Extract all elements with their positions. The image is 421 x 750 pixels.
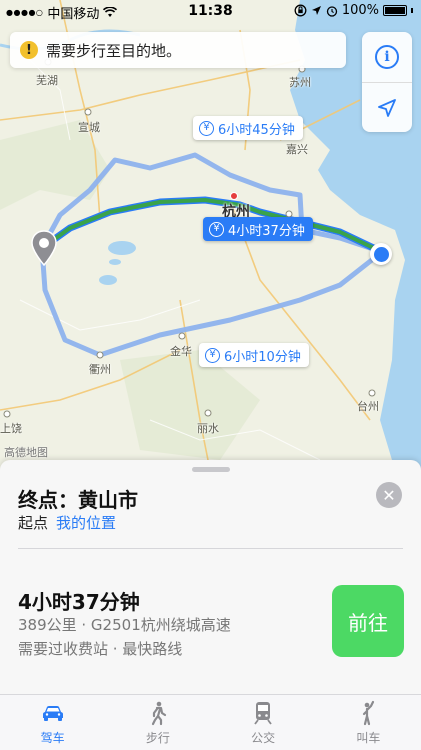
- origin-row: 起点 我的位置: [18, 512, 116, 533]
- tab-label: 公交: [251, 730, 276, 745]
- tab-label: 步行: [145, 730, 170, 745]
- status-bar: ●●●●○ 中国移动 11:38 100%: [0, 0, 421, 22]
- alarm-icon: [326, 5, 337, 17]
- transport-mode-tabbar: 驾车 步行 公交 叫车: [0, 694, 421, 750]
- map-city-label: 上饶: [0, 422, 22, 435]
- route-option-bubble[interactable]: ¥ 6小时10分钟: [199, 343, 309, 367]
- tab-label: 驾车: [40, 730, 65, 745]
- location-services-icon: [311, 5, 321, 15]
- divider: [18, 548, 403, 549]
- info-icon: i: [375, 45, 399, 69]
- destination-pin-icon[interactable]: [30, 229, 58, 269]
- locate-me-button[interactable]: [362, 82, 412, 132]
- sheet-grabber[interactable]: [192, 467, 230, 472]
- rotation-lock-icon: [294, 4, 307, 17]
- destination-title: 终点：黄山市: [18, 488, 138, 512]
- route-duration: 4小时37分钟: [18, 590, 140, 614]
- route-note: 需要过收费站 · 最快路线: [18, 640, 183, 658]
- map-city-label: 丽水: [197, 422, 219, 435]
- map-city-label: 宣城: [78, 121, 100, 134]
- map-city-label: 芜湖: [36, 74, 58, 87]
- transit-icon: [254, 701, 272, 725]
- go-button[interactable]: 前往: [332, 585, 404, 657]
- map-info-button[interactable]: i: [362, 32, 412, 82]
- tab-label: 叫车: [356, 730, 381, 745]
- route-option-time: 4小时37分钟: [228, 223, 305, 239]
- rideshare-icon: [363, 700, 375, 725]
- battery-tip: [411, 8, 413, 13]
- map-city-label: 金华: [170, 345, 192, 358]
- map-city-label: 衢州: [89, 363, 111, 376]
- banner-text: 需要步行至目的地。: [46, 41, 182, 60]
- route-option-bubble-selected[interactable]: ¥ 4小时37分钟: [203, 217, 313, 241]
- car-icon: [42, 705, 63, 721]
- tab-walk[interactable]: 步行: [105, 695, 210, 750]
- close-button[interactable]: ✕: [376, 482, 402, 508]
- map-city-label: 苏州: [289, 76, 311, 89]
- tab-transit[interactable]: 公交: [211, 695, 316, 750]
- route-option-bubble[interactable]: ¥ 6小时45分钟: [193, 116, 303, 140]
- warning-icon: !: [20, 41, 38, 59]
- tab-rideshare[interactable]: 叫车: [316, 695, 421, 750]
- map-attribution: 高德地图: [4, 446, 48, 459]
- route-option-time: 6小时45分钟: [218, 122, 295, 138]
- location-arrow-icon: [378, 98, 396, 117]
- route-option-time: 6小时10分钟: [224, 349, 301, 365]
- map-city-label: 台州: [357, 400, 379, 413]
- map-controls: i: [362, 32, 412, 132]
- battery-percentage: 100%: [341, 3, 379, 18]
- toll-icon: ¥: [209, 221, 224, 237]
- origin-label: 起点: [18, 514, 49, 532]
- map-city-label: 嘉兴: [286, 143, 308, 156]
- walking-notice-banner: ! 需要步行至目的地。: [10, 32, 346, 68]
- route-distance-road: 389公里 · G2501杭州绕城高速: [18, 616, 231, 634]
- toll-icon: ¥: [205, 347, 220, 363]
- battery-icon: [383, 5, 407, 16]
- close-icon: ✕: [382, 485, 396, 505]
- toll-icon: ¥: [199, 120, 214, 136]
- walk-icon: [151, 701, 166, 725]
- origin-value-link[interactable]: 我的位置: [56, 512, 116, 533]
- tab-drive[interactable]: 驾车: [0, 695, 105, 750]
- map-view[interactable]: 芜湖 宣城 苏州 嘉兴 杭州 绍兴 金华 衢州 丽水 台州 上饶 ¥ 6小时45…: [0, 0, 421, 470]
- route-sheet: 终点：黄山市 起点 我的位置 ✕ 4小时37分钟 389公里 · G2501杭州…: [0, 460, 421, 694]
- current-location-icon[interactable]: [370, 243, 392, 265]
